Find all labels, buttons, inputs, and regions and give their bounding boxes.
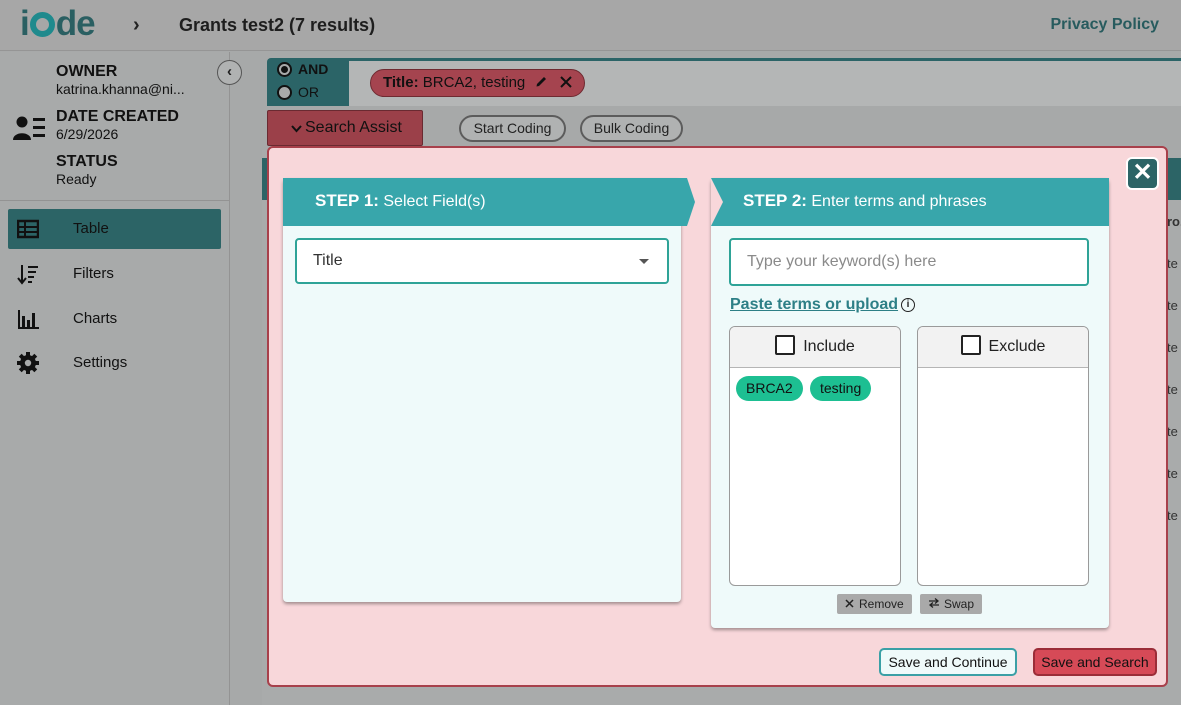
or-label: OR: [298, 84, 319, 100]
step2-header: STEP 2: Enter terms and phrases: [711, 178, 1109, 226]
include-term-chip[interactable]: BRCA2: [736, 376, 803, 401]
step2-notch: [711, 178, 723, 226]
step2-number: STEP 2:: [743, 191, 807, 210]
sidebar-item-label: Settings: [73, 354, 128, 371]
table-cell: te: [1167, 382, 1178, 397]
status-block: STATUS Ready: [56, 153, 118, 188]
info-icon[interactable]: i: [901, 298, 915, 312]
date-created-block: DATE CREATED 6/29/2026: [56, 108, 179, 143]
include-label: Include: [803, 338, 855, 355]
sidebar-item-label: Filters: [73, 265, 114, 282]
step1-header: STEP 1: Select Field(s): [283, 178, 681, 226]
owner-value: katrina.khanna@ni...: [56, 81, 185, 97]
sort-filter-icon: [17, 265, 38, 285]
app-header: i de › Grants test2 (7 results) Privacy P…: [0, 0, 1181, 51]
include-box: Include BRCA2 testing: [729, 326, 901, 586]
table-cell: te: [1167, 466, 1178, 481]
owner-label: OWNER: [56, 63, 118, 80]
include-checkbox[interactable]: [775, 335, 796, 355]
sidebar-divider: [0, 200, 229, 201]
gear-icon: [17, 352, 39, 374]
query-chip-field: Title:: [383, 74, 419, 91]
start-coding-button[interactable]: Start Coding: [459, 115, 566, 142]
chevron-down-icon: [291, 125, 302, 133]
search-assist-label: Search Assist: [305, 119, 402, 136]
breadcrumb-chevron-icon: ›: [133, 14, 140, 36]
date-created-value: 6/29/2026: [56, 126, 119, 142]
exclude-checkbox[interactable]: [960, 335, 981, 355]
remove-label: Remove: [859, 597, 904, 611]
edit-pencil-icon[interactable]: [535, 74, 549, 88]
sidebar-item-table[interactable]: Table: [8, 209, 221, 249]
step2-title: Enter terms and phrases: [806, 193, 987, 210]
page-title: Grants test2 (7 results): [179, 15, 376, 35]
query-chip[interactable]: Title: BRCA2, testing: [370, 69, 585, 97]
query-chip-terms: BRCA2, testing: [418, 74, 526, 91]
step1-number: STEP 1:: [315, 191, 379, 210]
and-label: AND: [298, 61, 329, 77]
save-and-search-button[interactable]: Save and Search: [1033, 648, 1157, 676]
step1-title: Select Field(s): [378, 193, 486, 210]
include-term-chip[interactable]: testing: [810, 376, 872, 401]
save-and-continue-button[interactable]: Save and Continue: [879, 648, 1017, 676]
logo-gear-icon: [29, 12, 55, 37]
sidebar-item-label: Charts: [73, 310, 118, 327]
swap-button[interactable]: Swap: [920, 594, 983, 614]
owner-block: OWNER katrina.khanna@ni...: [56, 63, 185, 98]
dropdown-caret-icon: [639, 259, 649, 264]
sidebar-item-settings[interactable]: Settings: [8, 343, 221, 383]
icode-logo[interactable]: i de: [20, 4, 96, 44]
collapse-sidebar-button[interactable]: ‹: [217, 60, 242, 85]
operator-toggle: AND OR: [267, 58, 349, 106]
bulk-coding-button[interactable]: Bulk Coding: [580, 115, 683, 142]
remove-button[interactable]: Remove: [837, 594, 912, 614]
paste-terms-link[interactable]: Paste terms or upload: [730, 296, 898, 314]
user-details-icon: [13, 116, 45, 140]
table-cell: ro.: [1167, 214, 1181, 229]
swap-label: Swap: [944, 597, 975, 611]
swap-arrows-icon: [928, 598, 940, 608]
sidebar-item-label: Table: [73, 220, 109, 237]
or-radio[interactable]: [277, 85, 292, 100]
table-cell: te: [1167, 424, 1178, 439]
bar-chart-icon: [18, 310, 39, 329]
search-assist-button[interactable]: Search Assist: [267, 110, 423, 146]
step1-panel: STEP 1: Select Field(s) Title: [283, 178, 695, 602]
include-header: Include: [730, 327, 900, 368]
search-assist-modal: ✕ STEP 1: Select Field(s) Title STEP 2: …: [267, 146, 1168, 687]
step2-panel: STEP 2: Enter terms and phrases Paste te…: [711, 178, 1109, 628]
table-cell: te: [1167, 508, 1178, 523]
table-cell: te: [1167, 298, 1178, 313]
table-cell: te: [1167, 340, 1178, 355]
table-cell: te: [1167, 256, 1178, 271]
date-created-label: DATE CREATED: [56, 108, 179, 125]
sidebar-item-filters[interactable]: Filters: [8, 254, 221, 294]
status-label: STATUS: [56, 153, 118, 170]
close-icon: [845, 599, 854, 608]
close-modal-button[interactable]: ✕: [1126, 157, 1159, 190]
exclude-box: Exclude: [917, 326, 1089, 586]
privacy-policy-link[interactable]: Privacy Policy: [1050, 16, 1159, 34]
field-select-value: Title: [313, 252, 343, 269]
keyword-input[interactable]: [729, 238, 1089, 286]
table-icon: [17, 219, 39, 239]
and-radio[interactable]: [277, 62, 292, 77]
step1-arrow: [681, 178, 695, 226]
sidebar-item-charts[interactable]: Charts: [8, 299, 221, 339]
remove-chip-icon[interactable]: [559, 76, 572, 88]
status-value: Ready: [56, 171, 97, 187]
field-select[interactable]: Title: [295, 238, 669, 284]
exclude-header: Exclude: [918, 327, 1088, 368]
exclude-label: Exclude: [988, 338, 1046, 355]
